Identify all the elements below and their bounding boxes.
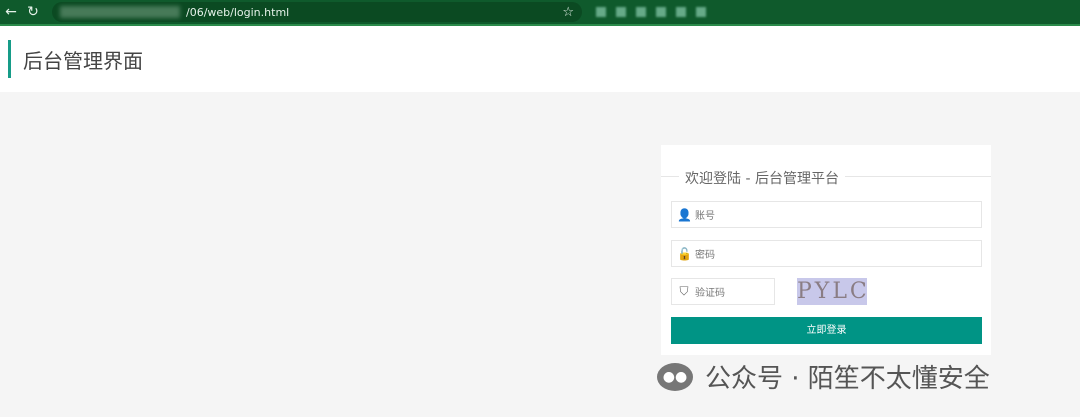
password-placeholder: 密码 [695, 250, 715, 261]
accent-bar [8, 40, 11, 78]
url-text: /06/web/login.html [186, 5, 290, 19]
extension-icon[interactable] [676, 7, 686, 17]
captcha-placeholder: 验证码 [695, 288, 725, 299]
captcha-input[interactable]: ⛉ 验证码 [671, 278, 775, 305]
blurred-host [60, 6, 180, 18]
reload-icon[interactable]: ↻ [22, 4, 44, 20]
watermark: ●● 公众号 · 陌笙不太懂安全 [657, 358, 990, 395]
bookmark-star-icon[interactable]: ☆ [562, 5, 574, 20]
address-bar[interactable]: /06/web/login.html ☆ [52, 2, 582, 22]
extension-icon[interactable] [616, 7, 626, 17]
page-title: 后台管理界面 [23, 48, 143, 73]
captcha-image[interactable]: PYLC [797, 278, 867, 305]
username-placeholder: 账号 [695, 211, 715, 222]
password-input[interactable]: 🔓 密码 [671, 240, 982, 267]
login-legend: 欢迎登陆 - 后台管理平台 [661, 168, 991, 188]
wechat-icon: ●● [657, 362, 693, 391]
extensions [596, 7, 706, 17]
extension-icon[interactable] [656, 7, 666, 17]
shield-icon: ⛉ [679, 284, 689, 298]
lock-icon: 🔓 [677, 246, 692, 261]
login-button[interactable]: 立即登录 [671, 317, 982, 344]
welcome-text: 欢迎登陆 - 后台管理平台 [679, 168, 845, 188]
username-input[interactable]: 👤 账号 [671, 201, 982, 228]
back-icon[interactable]: ← [0, 4, 22, 20]
extension-icon[interactable] [596, 7, 606, 17]
page-header: 后台管理界面 [0, 26, 1080, 92]
user-icon: 👤 [677, 207, 692, 222]
extension-icon[interactable] [696, 7, 706, 17]
watermark-text: 公众号 · 陌笙不太懂安全 [705, 364, 990, 394]
browser-toolbar: ← ↻ /06/web/login.html ☆ [0, 0, 1080, 26]
login-card: 欢迎登陆 - 后台管理平台 👤 账号 🔓 密码 ⛉ 验证码 PYLC 立即登录 [661, 145, 991, 355]
extension-icon[interactable] [636, 7, 646, 17]
